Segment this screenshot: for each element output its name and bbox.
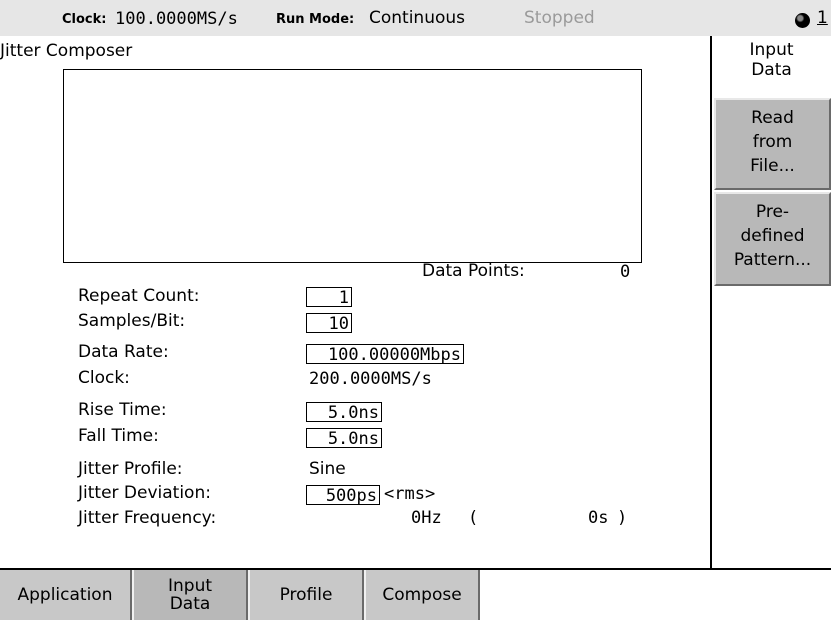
clock-value: 100.0000MS/s xyxy=(115,9,238,29)
waveform-display xyxy=(63,69,642,263)
page-title: Jitter Composer xyxy=(0,41,133,61)
fall-time-field[interactable]: 5.0ns xyxy=(306,428,382,449)
run-status: Stopped xyxy=(524,8,595,28)
jitter-frequency-value: 0Hz xyxy=(411,508,442,528)
clock-label: Clock: xyxy=(78,368,130,388)
read-from-file-line2: from xyxy=(752,132,793,152)
jitter-frequency-close-paren: ) xyxy=(617,508,628,528)
data-rate-label: Data Rate: xyxy=(78,342,169,362)
tab-application-label: Application xyxy=(17,585,113,605)
clock-value: 200.0000MS/s xyxy=(309,369,432,389)
tab-profile-label: Profile xyxy=(279,585,333,605)
side-menu: Input Data Read from File... Pre- define… xyxy=(710,36,831,568)
tab-compose[interactable]: Compose xyxy=(364,570,480,620)
tab-compose-label: Compose xyxy=(382,585,462,605)
predefined-pattern-line1: Pre- xyxy=(755,202,790,222)
tab-input-data[interactable]: Input Data xyxy=(132,570,248,620)
rise-time-field[interactable]: 5.0ns xyxy=(306,402,382,423)
predefined-pattern-line3: Pattern... xyxy=(733,250,812,270)
tab-input-data-line2: Data xyxy=(169,594,211,614)
bottom-menu: Application Input Data Profile Compose xyxy=(0,568,831,620)
repeat-count-field[interactable]: 1 xyxy=(306,287,352,308)
repeat-count-label: Repeat Count: xyxy=(78,286,200,306)
predefined-pattern-button[interactable]: Pre- defined Pattern... xyxy=(714,192,831,286)
jitter-profile-value: Sine xyxy=(309,459,346,479)
clock-label: Clock: xyxy=(62,12,107,27)
rise-time-label: Rise Time: xyxy=(78,400,167,420)
jitter-deviation-label: Jitter Deviation: xyxy=(78,483,211,503)
run-mode-value: Continuous xyxy=(369,8,466,28)
tab-application[interactable]: Application xyxy=(0,570,132,620)
side-menu-title-line1: Input xyxy=(749,40,794,60)
run-mode-label: Run Mode: xyxy=(276,12,355,27)
fall-time-label: Fall Time: xyxy=(78,426,159,446)
tab-input-data-line1: Input xyxy=(167,576,213,596)
jitter-period-value: 0s xyxy=(588,508,609,528)
jitter-frequency-open-paren: ( xyxy=(468,508,479,528)
tab-profile[interactable]: Profile xyxy=(248,570,364,620)
data-points-label: Data Points: xyxy=(422,261,525,281)
predefined-pattern-line2: defined xyxy=(740,226,805,246)
side-menu-title: Input Data xyxy=(712,40,831,80)
side-menu-title-line2: Data xyxy=(751,60,792,80)
status-bar: Clock: 100.0000MS/s Run Mode: Continuous… xyxy=(0,0,831,36)
read-from-file-line1: Read xyxy=(751,108,794,128)
page-number: 1 xyxy=(817,8,828,28)
jitter-deviation-unit: <rms> xyxy=(384,484,436,504)
samples-per-bit-field[interactable]: 10 xyxy=(306,313,352,334)
samples-per-bit-label: Samples/Bit: xyxy=(78,311,186,331)
knob-icon xyxy=(795,13,810,28)
read-from-file-button[interactable]: Read from File... xyxy=(714,98,831,190)
jitter-frequency-label: Jitter Frequency: xyxy=(78,508,217,528)
jitter-deviation-field[interactable]: 500ps xyxy=(306,485,380,506)
read-from-file-line3: File... xyxy=(750,156,795,176)
jitter-profile-label: Jitter Profile: xyxy=(78,459,183,479)
data-points-value: 0 xyxy=(620,262,631,282)
data-rate-field[interactable]: 100.00000Mbps xyxy=(306,344,464,365)
jitter-composer-panel: Jitter Composer Data Points: 0 Repeat Co… xyxy=(0,36,710,568)
